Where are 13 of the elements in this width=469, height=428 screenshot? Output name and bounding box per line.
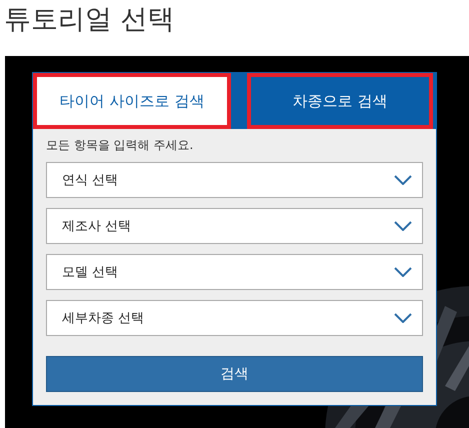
chevron-down-icon <box>394 221 412 231</box>
chevron-down-icon <box>394 267 412 277</box>
search-button[interactable]: 검색 <box>46 356 423 392</box>
tab[interactable]: 차종으로 검색 <box>247 73 433 129</box>
tab[interactable]: 타이어 사이즈로 검색 <box>33 73 231 129</box>
dropdown-select[interactable]: 세부차종 선택 <box>46 300 423 336</box>
dropdown-select[interactable]: 모델 선택 <box>46 254 423 290</box>
instruction-text: 모든 항목을 입력해 주세요. <box>46 137 194 154</box>
dropdown-select[interactable]: 제조사 선택 <box>46 208 423 244</box>
chevron-down-icon <box>394 175 412 185</box>
chevron-down-icon <box>394 313 412 323</box>
page-title: 튜토리얼 선택 <box>3 3 176 37</box>
dropdown-select[interactable]: 연식 선택 <box>46 162 423 198</box>
